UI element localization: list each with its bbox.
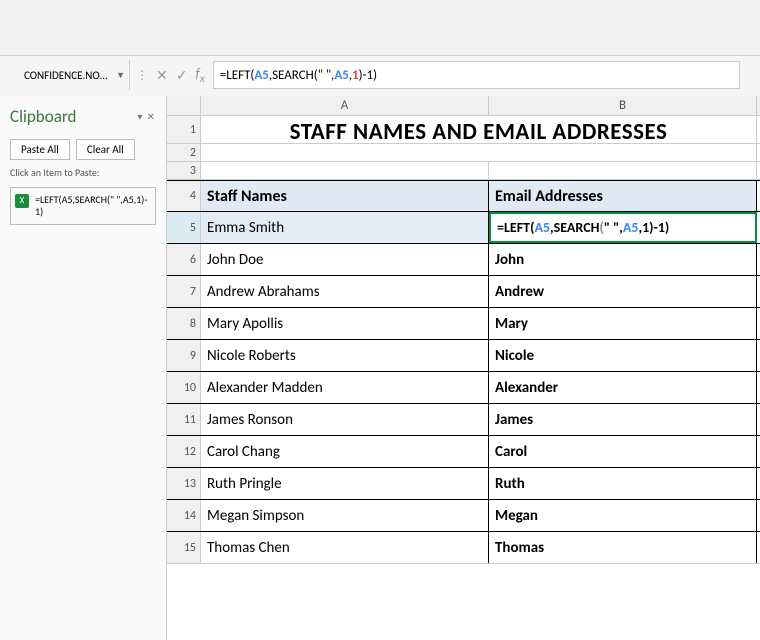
select-all-corner[interactable] xyxy=(167,96,201,115)
formula-bar-buttons: ✕ ✓ fx xyxy=(148,60,213,90)
cell-email[interactable]: John xyxy=(489,244,757,275)
cell-staff-name[interactable]: James Ronson xyxy=(201,404,489,435)
table-row[interactable]: 8Mary ApollisMary xyxy=(167,308,760,340)
clipboard-item-text: =LEFT(A5,SEARCH(" ",A5,1)-1) xyxy=(35,194,151,218)
table-row[interactable]: 13Ruth PringleRuth xyxy=(167,468,760,500)
cell-staff-name[interactable]: Megan Simpson xyxy=(201,500,489,531)
row-header[interactable]: 9 xyxy=(167,340,201,371)
close-clipboard-icon[interactable]: ✕ xyxy=(147,110,156,123)
row-header[interactable]: 13 xyxy=(167,468,201,499)
fx-icon[interactable]: fx xyxy=(195,65,204,86)
row-header[interactable]: 10 xyxy=(167,372,201,403)
row-header[interactable]: 15 xyxy=(167,532,201,563)
cell-email[interactable]: Mary xyxy=(489,308,757,339)
cell-email[interactable]: Carol xyxy=(489,436,757,467)
table-row[interactable]: 5Emma Smith=LEFT(A5,SEARCH(" ",A5,1)-1) xyxy=(167,212,760,244)
cell-staff-name[interactable]: Mary Apollis xyxy=(201,308,489,339)
header-email-addresses[interactable]: Email Addresses xyxy=(489,181,757,211)
cell-staff-name[interactable]: Thomas Chen xyxy=(201,532,489,563)
spreadsheet[interactable]: A B 1 STAFF NAMES AND EMAIL ADDRESSES 2 … xyxy=(167,96,760,640)
name-box-text: CONFIDENCE.NO... xyxy=(24,69,108,82)
row-header[interactable]: 4 xyxy=(167,181,201,211)
cell-email[interactable]: James xyxy=(489,404,757,435)
cell-staff-name[interactable]: Emma Smith xyxy=(201,212,489,243)
toolbar-area xyxy=(0,0,760,56)
blank-merged-cell[interactable] xyxy=(201,144,757,161)
dropdown-caret-icon[interactable]: ▼ xyxy=(116,70,125,81)
cell-email[interactable]: =LEFT(A5,SEARCH(" ",A5,1)-1) xyxy=(489,212,757,243)
vertical-ellipsis-icon[interactable]: ⋮ xyxy=(136,68,148,83)
row-header[interactable]: 11 xyxy=(167,404,201,435)
cell-staff-name[interactable]: Nicole Roberts xyxy=(201,340,489,371)
clipboard-item[interactable]: X =LEFT(A5,SEARCH(" ",A5,1)-1) xyxy=(10,187,156,225)
accept-icon[interactable]: ✓ xyxy=(176,67,188,84)
paste-all-button[interactable]: Paste All xyxy=(10,139,70,160)
cell-email[interactable]: Nicole xyxy=(489,340,757,371)
cell-email[interactable]: Ruth xyxy=(489,468,757,499)
table-row[interactable]: 11James RonsonJames xyxy=(167,404,760,436)
clipboard-title-text: Clipboard xyxy=(10,106,76,127)
table-row[interactable]: 6John DoeJohn xyxy=(167,244,760,276)
row-header[interactable]: 1 xyxy=(167,116,201,143)
clipboard-pane: Clipboard ▾ ✕ Paste All Clear All Click … xyxy=(0,96,167,640)
table-row[interactable]: 7Andrew AbrahamsAndrew xyxy=(167,276,760,308)
row-header[interactable]: 2 xyxy=(167,144,201,161)
clipboard-hint: Click an Item to Paste: xyxy=(10,166,156,179)
column-header-A[interactable]: A xyxy=(201,96,489,115)
table-row[interactable]: 14Megan SimpsonMegan xyxy=(167,500,760,532)
row-header[interactable]: 12 xyxy=(167,436,201,467)
cancel-icon[interactable]: ✕ xyxy=(156,67,168,84)
column-header-B[interactable]: B xyxy=(489,96,757,115)
excel-icon: X xyxy=(15,194,29,208)
cell-B3[interactable] xyxy=(489,162,757,179)
cell-staff-name[interactable]: Alexander Madden xyxy=(201,372,489,403)
row-2[interactable]: 2 xyxy=(167,144,760,162)
cell-staff-name[interactable]: Carol Chang xyxy=(201,436,489,467)
row-4[interactable]: 4 Staff Names Email Addresses xyxy=(167,180,760,212)
cell-staff-name[interactable]: Ruth Pringle xyxy=(201,468,489,499)
row-header[interactable]: 8 xyxy=(167,308,201,339)
clear-all-button[interactable]: Clear All xyxy=(76,139,135,160)
title-cell[interactable]: STAFF NAMES AND EMAIL ADDRESSES xyxy=(201,116,757,143)
row-header[interactable]: 5 xyxy=(167,212,201,243)
row-header[interactable]: 3 xyxy=(167,162,201,179)
table-row[interactable]: 15Thomas ChenThomas xyxy=(167,532,760,564)
row-header[interactable]: 14 xyxy=(167,500,201,531)
row-1[interactable]: 1 STAFF NAMES AND EMAIL ADDRESSES xyxy=(167,116,760,144)
table-row[interactable]: 10Alexander MaddenAlexander xyxy=(167,372,760,404)
cell-staff-name[interactable]: Andrew Abrahams xyxy=(201,276,489,307)
row-header[interactable]: 6 xyxy=(167,244,201,275)
cell-email[interactable]: Thomas xyxy=(489,532,757,563)
cell-staff-name[interactable]: John Doe xyxy=(201,244,489,275)
formula-bar-input[interactable]: =LEFT(A5,SEARCH(" ",A5,1)-1) xyxy=(213,61,740,89)
cell-A3[interactable] xyxy=(201,162,489,179)
row-3[interactable]: 3 xyxy=(167,162,760,180)
clipboard-title: Clipboard ▾ ✕ xyxy=(10,106,156,127)
pin-icon[interactable]: ▾ xyxy=(137,110,143,123)
cell-email[interactable]: Alexander xyxy=(489,372,757,403)
cell-email[interactable]: Megan xyxy=(489,500,757,531)
row-header[interactable]: 7 xyxy=(167,276,201,307)
table-row[interactable]: 12Carol ChangCarol xyxy=(167,436,760,468)
name-box[interactable]: CONFIDENCE.NO... ▼ xyxy=(20,60,130,90)
header-staff-names[interactable]: Staff Names xyxy=(201,181,489,211)
cell-email[interactable]: Andrew xyxy=(489,276,757,307)
table-row[interactable]: 9Nicole RobertsNicole xyxy=(167,340,760,372)
